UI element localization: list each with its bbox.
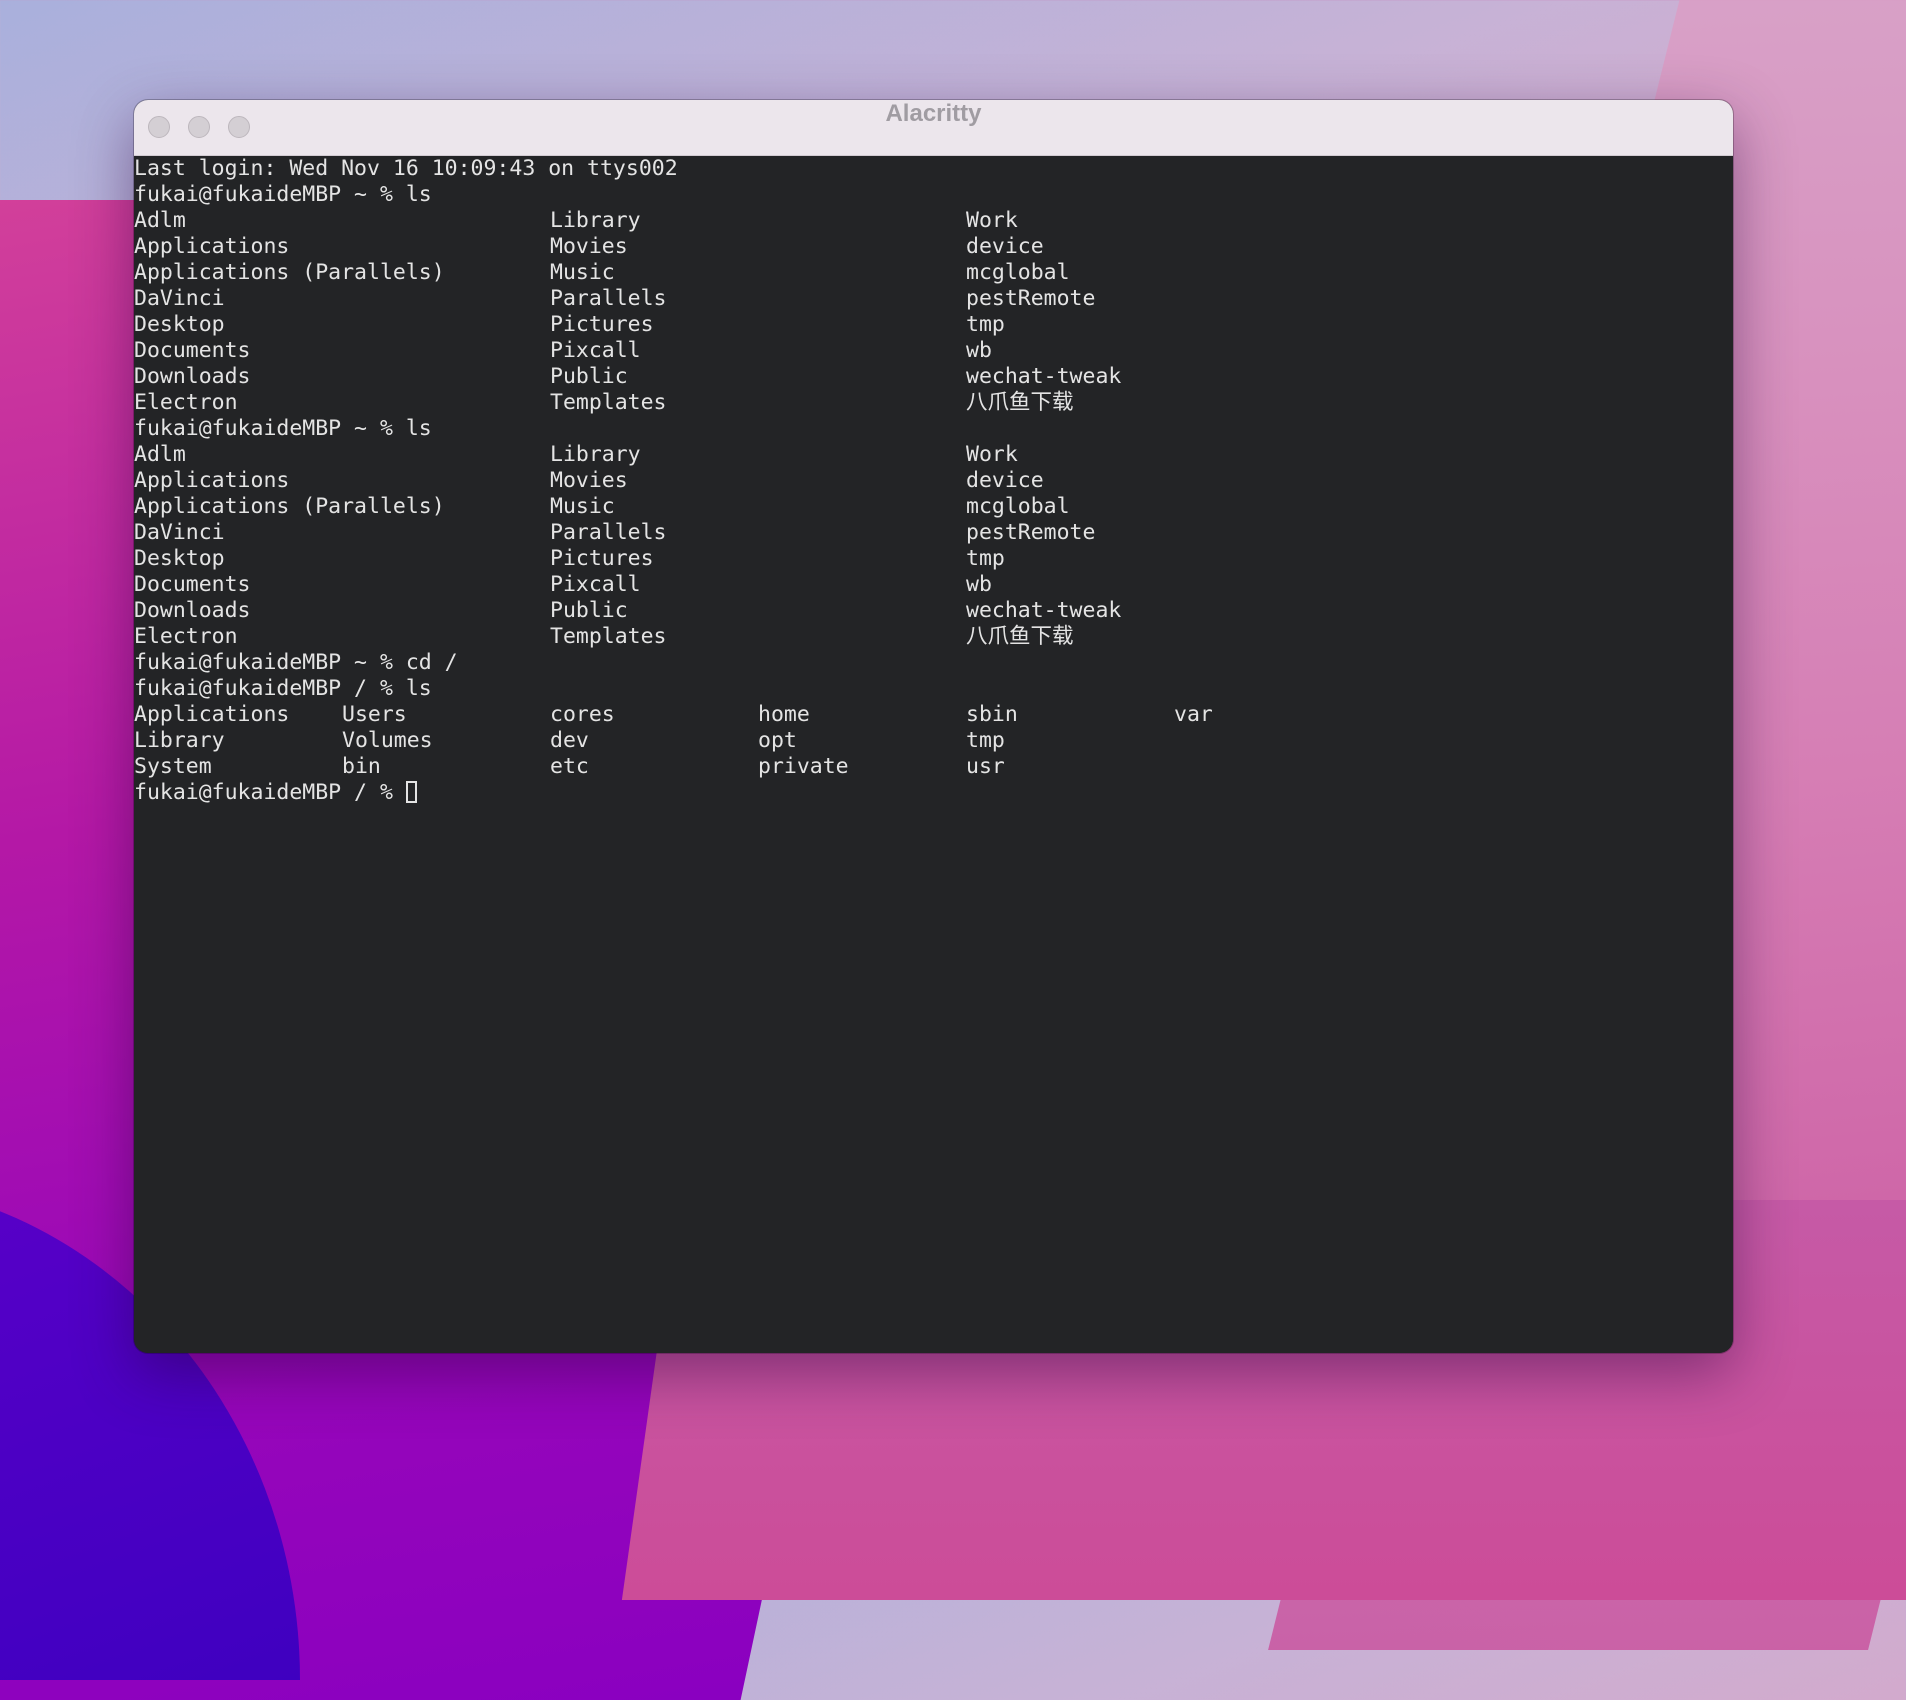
prompt-text: fukai@fukaideMBP ~ % cd / <box>134 650 458 675</box>
ls-entry: Applications (Parallels) <box>134 260 445 285</box>
ls-entry: Electron <box>134 390 238 415</box>
ls-entry: Public <box>550 598 628 623</box>
ls-entry: wb <box>966 572 992 597</box>
ls-entry: Applications (Parallels) <box>134 494 445 519</box>
ls-entry: Adlm <box>134 208 186 233</box>
ls-entry: Music <box>550 260 615 285</box>
ls-entry: Templates <box>550 624 667 649</box>
ls-entry: Applications <box>134 234 290 259</box>
ls-entry: device <box>966 234 1044 259</box>
ls-entry: Applications <box>134 468 290 493</box>
ls-entry: var <box>1174 702 1213 727</box>
ls-entry: tmp <box>966 728 1005 753</box>
prompt-text: fukai@fukaideMBP / % <box>134 780 417 806</box>
ls-entry: usr <box>966 754 1005 779</box>
ls-entry: Users <box>342 702 407 727</box>
ls-entry: Parallels <box>550 520 667 545</box>
ls-entry: 八爪鱼下载 <box>966 624 1074 649</box>
title-bar[interactable]: Alacritty <box>134 100 1733 156</box>
ls-entry: wechat-tweak <box>966 598 1122 623</box>
ls-entry: wb <box>966 338 992 363</box>
ls-entry: Applications <box>134 702 290 727</box>
ls-entry: tmp <box>966 546 1005 571</box>
ls-entry: Pixcall <box>550 572 641 597</box>
ls-entry: device <box>966 468 1044 493</box>
ls-entry: tmp <box>966 312 1005 337</box>
prompt-text: fukai@fukaideMBP ~ % ls <box>134 416 432 441</box>
ls-entry: bin <box>342 754 381 779</box>
terminal-content[interactable]: Last login: Wed Nov 16 10:09:43 on ttys0… <box>134 156 1733 1353</box>
ls-entry: System <box>134 754 212 779</box>
cursor-block <box>405 781 417 803</box>
prompt-text: fukai@fukaideMBP / % ls <box>134 676 432 701</box>
ls-entry: sbin <box>966 702 1018 727</box>
ls-entry: Pictures <box>550 546 654 571</box>
terminal-window: Alacritty Last login: Wed Nov 16 10:09:4… <box>134 100 1733 1353</box>
ls-entry: DaVinci <box>134 286 225 311</box>
ls-entry: Downloads <box>134 598 251 623</box>
ls-entry: Documents <box>134 338 251 363</box>
ls-entry: Templates <box>550 390 667 415</box>
ls-entry: DaVinci <box>134 520 225 545</box>
ls-entry: Adlm <box>134 442 186 467</box>
ls-entry: 八爪鱼下载 <box>966 390 1074 415</box>
ls-entry: private <box>758 754 849 779</box>
ls-entry: Movies <box>550 234 628 259</box>
ls-entry: Downloads <box>134 364 251 389</box>
ls-entry: mcglobal <box>966 260 1070 285</box>
ls-entry: Documents <box>134 572 251 597</box>
ls-entry: Library <box>550 442 641 467</box>
ls-entry: Public <box>550 364 628 389</box>
ls-entry: home <box>758 702 810 727</box>
window-title: Alacritty <box>885 100 982 127</box>
ls-entry: Electron <box>134 624 238 649</box>
ls-entry: opt <box>758 728 797 753</box>
ls-entry: etc <box>550 754 589 779</box>
ls-entry: Music <box>550 494 615 519</box>
ls-entry: Pictures <box>550 312 654 337</box>
ls-entry: Movies <box>550 468 628 493</box>
ls-entry: cores <box>550 702 615 727</box>
ls-entry: Library <box>550 208 641 233</box>
ls-entry: Work <box>966 442 1018 467</box>
ls-entry: dev <box>550 728 589 753</box>
ls-entry: Work <box>966 208 1018 233</box>
ls-entry: Desktop <box>134 312 225 337</box>
ls-entry: Desktop <box>134 546 225 571</box>
ls-entry: Parallels <box>550 286 667 311</box>
ls-entry: mcglobal <box>966 494 1070 519</box>
ls-entry: Last login: Wed Nov 16 10:09:43 on ttys0… <box>134 156 678 181</box>
ls-entry: pestRemote <box>966 286 1096 311</box>
ls-entry: Pixcall <box>550 338 641 363</box>
ls-entry: pestRemote <box>966 520 1096 545</box>
prompt-text: fukai@fukaideMBP ~ % ls <box>134 182 432 207</box>
ls-entry: wechat-tweak <box>966 364 1122 389</box>
ls-entry: Volumes <box>342 728 433 753</box>
ls-entry: Library <box>134 728 225 753</box>
